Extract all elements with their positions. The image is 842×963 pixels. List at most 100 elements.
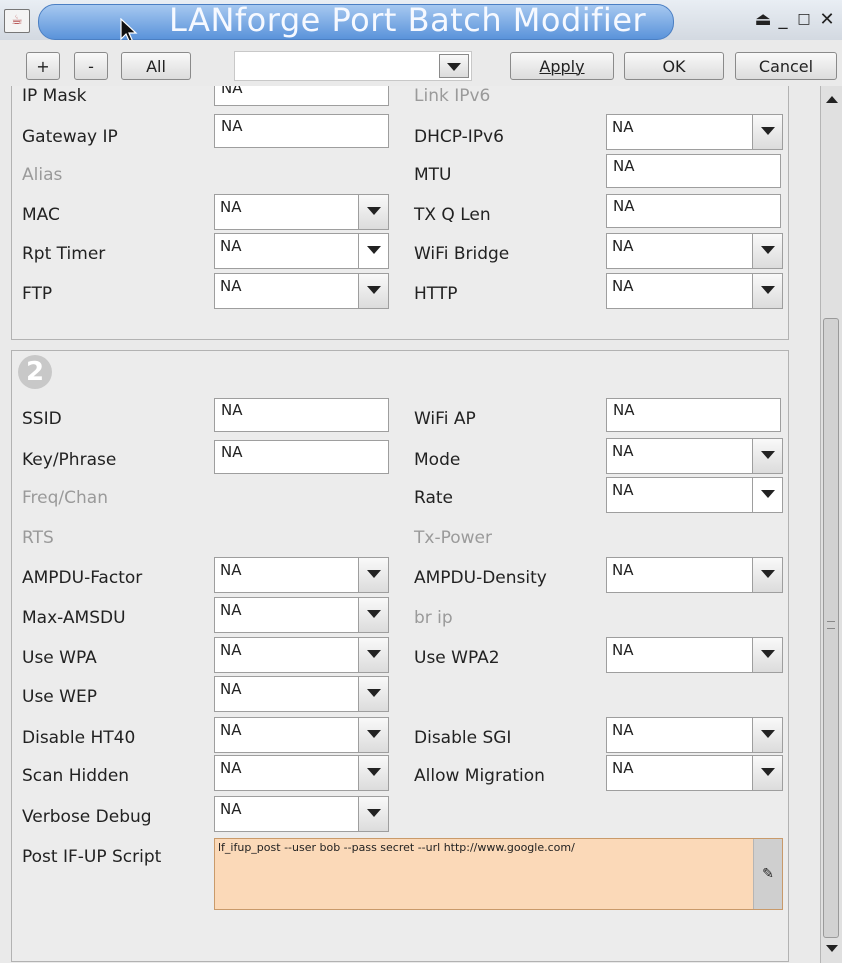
chevron-down-icon[interactable] — [358, 558, 388, 592]
verbose-debug-label: Verbose Debug — [22, 807, 152, 827]
http-value: NA — [612, 277, 634, 295]
eject-icon[interactable]: ⏏ — [754, 9, 772, 30]
br-ip-label: br ip — [414, 608, 453, 628]
rate-value: NA — [612, 481, 634, 499]
disable-sgi-label: Disable SGI — [414, 728, 512, 748]
tx-q-len-field[interactable]: NA — [606, 194, 781, 228]
rts-label: RTS — [22, 528, 54, 548]
mac-value: NA — [220, 198, 242, 216]
ssid-field[interactable]: NA — [214, 398, 389, 432]
apply-button[interactable]: Apply — [510, 52, 614, 80]
close-icon[interactable]: ✕ — [818, 9, 836, 30]
chevron-down-icon[interactable] — [439, 54, 469, 78]
port-selector[interactable] — [234, 51, 472, 81]
chevron-down-icon[interactable] — [358, 274, 388, 308]
wifi-bridge-select[interactable]: NA — [606, 233, 783, 269]
allow-migration-label: Allow Migration — [414, 766, 545, 786]
use-wpa2-select[interactable]: NA — [606, 637, 783, 673]
alias-label: Alias — [22, 165, 63, 185]
maximize-icon[interactable]: □ — [795, 11, 813, 27]
key-phrase-field[interactable]: NA — [214, 440, 389, 474]
use-wpa-select[interactable]: NA — [214, 637, 389, 673]
link-ipv6-label: Link IPv6 — [414, 86, 491, 106]
mac-label: MAC — [22, 205, 60, 225]
scroll-down-arrow-icon[interactable] — [821, 933, 842, 963]
post-ifup-script-value: lf_ifup_post --user bob --pass secret --… — [218, 841, 575, 854]
chevron-down-icon[interactable] — [752, 115, 782, 149]
ampdu-density-label: AMPDU-Density — [414, 568, 547, 588]
mac-select[interactable]: NA — [214, 194, 389, 230]
edit-pencil-icon[interactable]: ✎ — [753, 839, 782, 909]
dhcp-ipv6-select[interactable]: NA — [606, 114, 783, 150]
title-bar[interactable]: ☕ LANforge Port Batch Modifier ⏏ _ □ ✕ — [0, 0, 842, 44]
wifi-bridge-label: WiFi Bridge — [414, 244, 510, 264]
gateway-ip-field[interactable]: NA — [214, 114, 389, 148]
grip-icon — [827, 621, 835, 629]
toolbar: + - All Apply OK Cancel — [0, 40, 842, 87]
key-phrase-label: Key/Phrase — [22, 450, 117, 470]
scan-hidden-select[interactable]: NA — [214, 755, 389, 791]
chevron-down-icon[interactable] — [752, 234, 782, 268]
ampdu-density-select[interactable]: NA — [606, 557, 783, 593]
chevron-down-icon[interactable] — [358, 797, 388, 831]
chevron-down-icon[interactable] — [358, 234, 388, 268]
scrollbar-thumb[interactable] — [823, 318, 839, 938]
ip-mask-field[interactable]: NA — [214, 86, 389, 106]
chevron-down-icon[interactable] — [358, 677, 388, 711]
ftp-select[interactable]: NA — [214, 273, 389, 309]
add-button[interactable]: + — [26, 52, 60, 80]
chevron-down-icon[interactable] — [358, 195, 388, 229]
disable-ht40-select[interactable]: NA — [214, 717, 389, 753]
scan-hidden-value: NA — [220, 759, 242, 777]
ampdu-factor-value: NA — [220, 561, 242, 579]
chevron-down-icon[interactable] — [752, 274, 782, 308]
ftp-label: FTP — [22, 284, 53, 304]
mtu-field[interactable]: NA — [606, 154, 781, 188]
rate-select[interactable]: NA — [606, 477, 783, 513]
ftp-value: NA — [220, 277, 242, 295]
chevron-down-icon[interactable] — [358, 598, 388, 632]
java-cup-icon[interactable]: ☕ — [4, 9, 30, 33]
use-wep-value: NA — [220, 680, 242, 698]
rpt-timer-select[interactable]: NA — [214, 233, 389, 269]
cancel-button[interactable]: Cancel — [735, 52, 837, 80]
use-wpa-value: NA — [220, 641, 242, 659]
chevron-down-icon[interactable] — [358, 718, 388, 752]
wifi-ap-field[interactable]: NA — [606, 398, 781, 432]
ssid-label: SSID — [22, 409, 62, 429]
chevron-down-icon[interactable] — [752, 439, 782, 473]
disable-sgi-select[interactable]: NA — [606, 717, 783, 753]
freq-chan-label: Freq/Chan — [22, 488, 108, 508]
remove-button[interactable]: - — [74, 52, 108, 80]
use-wep-select[interactable]: NA — [214, 676, 389, 712]
max-amsdu-select[interactable]: NA — [214, 597, 389, 633]
minimize-icon[interactable]: _ — [774, 9, 792, 30]
ip-mask-label: IP Mask — [22, 86, 87, 106]
allow-migration-select[interactable]: NA — [606, 755, 783, 791]
rate-label: Rate — [414, 488, 453, 508]
disable-ht40-label: Disable HT40 — [22, 728, 136, 748]
ampdu-density-value: NA — [612, 561, 634, 579]
chevron-down-icon[interactable] — [752, 478, 782, 512]
tx-q-len-label: TX Q Len — [414, 205, 491, 225]
chevron-down-icon[interactable] — [752, 638, 782, 672]
chevron-down-icon[interactable] — [752, 718, 782, 752]
scroll-up-arrow-icon[interactable] — [821, 86, 842, 116]
chevron-down-icon[interactable] — [752, 756, 782, 790]
ampdu-factor-select[interactable]: NA — [214, 557, 389, 593]
dhcp-ipv6-label: DHCP-IPv6 — [414, 127, 504, 147]
post-ifup-script-field[interactable]: lf_ifup_post --user bob --pass secret --… — [214, 838, 783, 910]
mode-select[interactable]: NA — [606, 438, 783, 474]
chevron-down-icon[interactable] — [358, 638, 388, 672]
select-all-button[interactable]: All — [121, 52, 191, 80]
vertical-scrollbar[interactable] — [820, 86, 842, 963]
disable-ht40-value: NA — [220, 721, 242, 739]
verbose-debug-select[interactable]: NA — [214, 796, 389, 832]
tx-power-label: Tx-Power — [414, 528, 492, 548]
chevron-down-icon[interactable] — [752, 558, 782, 592]
form-content[interactable]: IP Mask NA Link IPv6 Gateway IP NA DHCP-… — [0, 86, 820, 963]
http-select[interactable]: NA — [606, 273, 783, 309]
ok-button[interactable]: OK — [624, 52, 724, 80]
wifi-ap-label: WiFi AP — [414, 409, 476, 429]
chevron-down-icon[interactable] — [358, 756, 388, 790]
